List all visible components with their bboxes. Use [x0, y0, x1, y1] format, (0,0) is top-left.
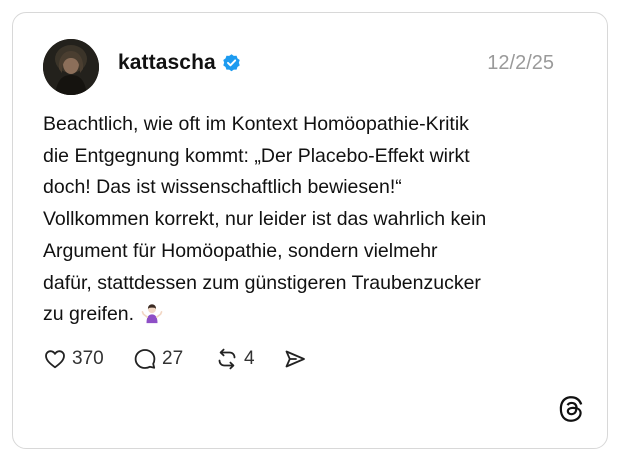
repost-count: 4 — [244, 348, 255, 369]
avatar[interactable] — [43, 39, 99, 95]
speech-bubble-icon — [134, 349, 156, 369]
post-date: 12/2/25 — [487, 52, 554, 74]
post-text-line: doch! Das ist wissenschaftlich bewiesen!… — [43, 176, 402, 199]
share-button[interactable] — [283, 346, 307, 372]
repost-icon — [218, 348, 236, 370]
post-text-line: dafür, stattdessen zum günstigeren Traub… — [43, 271, 481, 294]
username[interactable]: kattascha — [118, 51, 216, 75]
post-text-line: Vollkommen korrekt, nur leider ist das w… — [43, 208, 487, 231]
threads-logo-icon — [559, 396, 583, 422]
post-text-line: Argument für Homöopathie, sondern vielme… — [43, 239, 438, 262]
verified-badge-icon — [223, 54, 240, 72]
send-icon — [285, 350, 305, 368]
reply-button[interactable]: 27 — [133, 346, 183, 372]
like-button[interactable]: 370 — [43, 346, 104, 372]
like-count: 370 — [72, 348, 104, 369]
person-shrugging-emoji — [142, 304, 163, 324]
reply-count: 27 — [162, 348, 184, 369]
heart-icon — [45, 350, 65, 369]
post-text-line: die Entgegnung kommt: „Der Placebo-Effek… — [43, 144, 470, 167]
post-text-line: zu greifen. — [43, 303, 135, 326]
repost-button[interactable]: 4 — [215, 346, 255, 372]
post-text-line: Beachtlich, wie oft im Kontext Homöopath… — [43, 113, 469, 135]
post-text: Beachtlich, wie oft im Kontext Homöopath… — [43, 109, 583, 331]
post-card: kattascha 12/2/25 Beachtlich, wie oft im… — [12, 12, 608, 449]
